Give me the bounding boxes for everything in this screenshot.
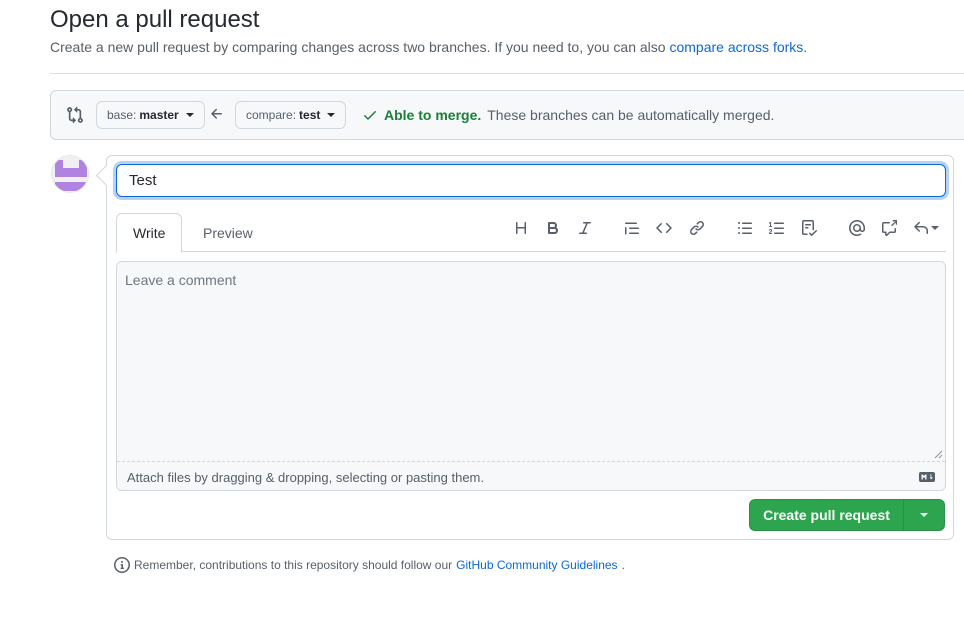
branch-range-bar: base: master compare: test Able to merge… [50,90,964,140]
compare-branch-select[interactable]: compare: test [235,101,347,129]
title-input[interactable] [116,164,946,197]
remember-end: . [621,558,625,572]
remember-text: Remember, contributions to this reposito… [134,558,453,572]
page-title: Open a pull request [50,6,260,33]
merge-status: Able to merge. These branches can be aut… [362,107,774,123]
markdown-icon[interactable] [919,472,935,482]
avatar[interactable] [51,155,89,193]
ordered-list-icon[interactable] [769,220,785,236]
info-icon [114,557,130,573]
compare-forks-link[interactable]: compare across forks [669,39,803,55]
identicon-icon [52,156,88,192]
chevron-down-icon [327,113,336,117]
bold-icon[interactable] [545,220,561,236]
compare-branch-name: test [299,108,321,122]
quote-icon[interactable] [624,220,640,236]
code-icon[interactable] [656,220,672,236]
arrow-left-icon [211,108,222,119]
chevron-down-icon [920,513,928,517]
compare-prefix: compare: [246,108,297,122]
cross-reference-icon[interactable] [881,220,898,236]
chevron-down-icon [931,226,939,230]
comment-textarea[interactable] [117,262,945,461]
subtitle-end: . [803,39,808,55]
check-icon [364,111,376,120]
create-options-dropdown[interactable] [904,500,944,530]
create-pull-request-button[interactable]: Create pull request [750,500,904,530]
base-branch-select[interactable]: base: master [96,101,205,129]
base-prefix: base: [107,108,137,122]
mention-icon[interactable] [848,219,865,237]
base-branch-name: master [139,108,179,122]
file-attachment-bar[interactable]: Attach files by dragging & dropping, sel… [117,461,945,490]
editor-tabs: Write Preview [116,213,946,253]
divider [50,73,964,74]
unordered-list-icon[interactable] [737,220,753,236]
reply-icon[interactable] [913,220,941,236]
tab-write[interactable]: Write [116,213,183,253]
create-pull-request-button-group: Create pull request [749,499,945,531]
link-icon[interactable] [689,220,705,236]
pull-request-form: Write Preview [106,155,954,540]
git-compare-icon [67,106,83,124]
page-subtitle: Create a new pull request by comparing c… [50,39,807,55]
task-list-icon[interactable] [801,220,818,236]
comment-box: Attach files by dragging & dropping, sel… [116,261,946,491]
community-guidelines-note: Remember, contributions to this reposito… [114,557,625,573]
chevron-down-icon [185,113,194,117]
tab-preview[interactable]: Preview [187,213,269,253]
heading-icon[interactable] [513,220,529,236]
subtitle-text: Create a new pull request by comparing c… [50,39,670,55]
attach-text: Attach files by dragging & dropping, sel… [127,469,484,485]
merge-desc-text: These branches can be automatically merg… [487,107,775,123]
community-guidelines-link[interactable]: GitHub Community Guidelines [456,558,617,572]
merge-ok-text: Able to merge. [384,107,482,123]
italic-icon[interactable] [577,220,593,236]
resize-handle-icon[interactable] [934,450,943,459]
